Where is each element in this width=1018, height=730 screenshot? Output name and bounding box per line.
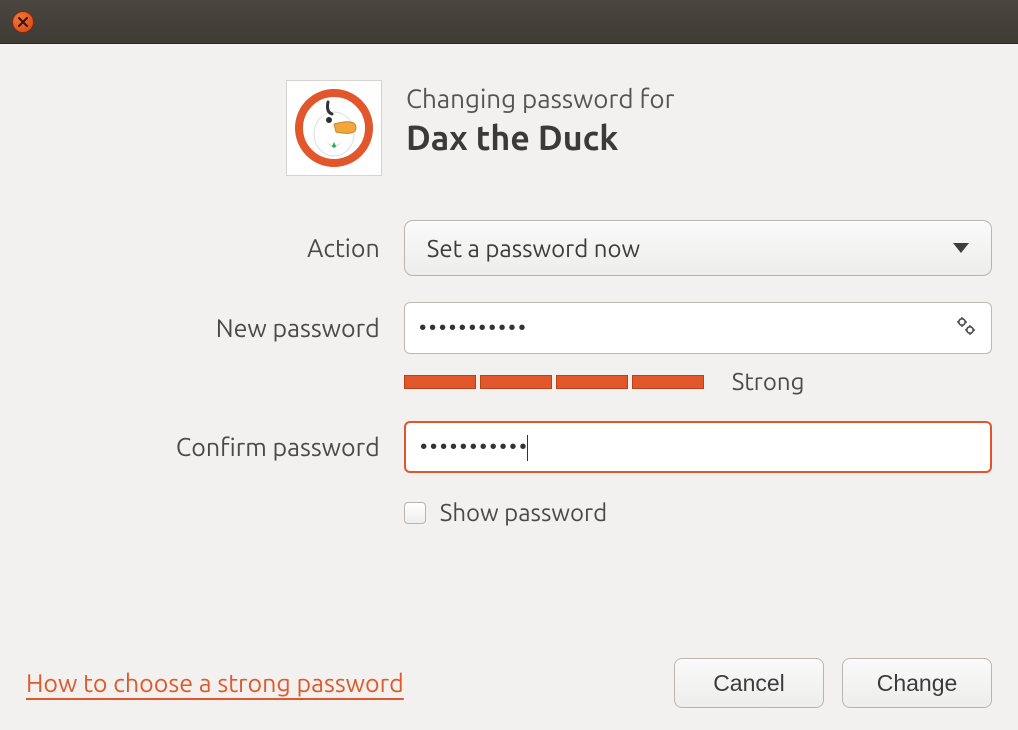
new-password-value: ••••••••••• [419, 315, 528, 340]
password-strength-meter [404, 375, 704, 389]
change-button[interactable]: Change [842, 658, 992, 708]
gear-icon [954, 314, 978, 338]
cancel-button[interactable]: Cancel [674, 658, 824, 708]
strength-row: Strong [26, 368, 992, 395]
avatar [286, 80, 382, 176]
action-select[interactable]: Set a password now [404, 220, 992, 276]
meter-segment [632, 375, 704, 389]
action-row: Action Set a password now [26, 220, 992, 276]
meter-segment [556, 375, 628, 389]
dialog-header: Changing password for Dax the Duck [286, 80, 992, 176]
dialog-footer: How to choose a strong password Cancel C… [26, 658, 992, 708]
titlebar [0, 0, 1018, 44]
dialog-content: Changing password for Dax the Duck Actio… [0, 44, 1018, 730]
window-close-button[interactable] [12, 11, 34, 33]
header-subtitle: Changing password for [406, 84, 674, 113]
header-titles: Changing password for Dax the Duck [406, 80, 674, 157]
header-title: Dax the Duck [406, 119, 674, 157]
generate-password-button[interactable] [954, 314, 978, 342]
help-link[interactable]: How to choose a strong password [26, 669, 404, 697]
text-cursor [527, 435, 528, 461]
show-password-checkbox[interactable] [404, 502, 426, 524]
new-password-row: New password ••••••••••• [26, 302, 992, 354]
confirm-password-value: ••••••••••• [420, 434, 529, 459]
duck-icon [304, 98, 364, 158]
action-label: Action [26, 234, 404, 262]
chevron-down-icon [953, 243, 969, 253]
password-form: Action Set a password now New password •… [26, 220, 992, 526]
avatar-image [295, 89, 373, 167]
close-icon [18, 17, 28, 27]
new-password-input[interactable]: ••••••••••• [404, 302, 992, 354]
button-group: Cancel Change [674, 658, 992, 708]
meter-segment [480, 375, 552, 389]
confirm-password-input[interactable]: ••••••••••• [404, 421, 992, 473]
confirm-password-label: Confirm password [26, 433, 404, 461]
confirm-password-row: Confirm password ••••••••••• [26, 421, 992, 473]
meter-segment [404, 375, 476, 389]
password-strength-label: Strong [732, 368, 805, 395]
show-password-label: Show password [440, 499, 607, 526]
new-password-label: New password [26, 314, 404, 342]
show-password-row: Show password [26, 499, 992, 526]
action-selected-value: Set a password now [427, 235, 640, 262]
